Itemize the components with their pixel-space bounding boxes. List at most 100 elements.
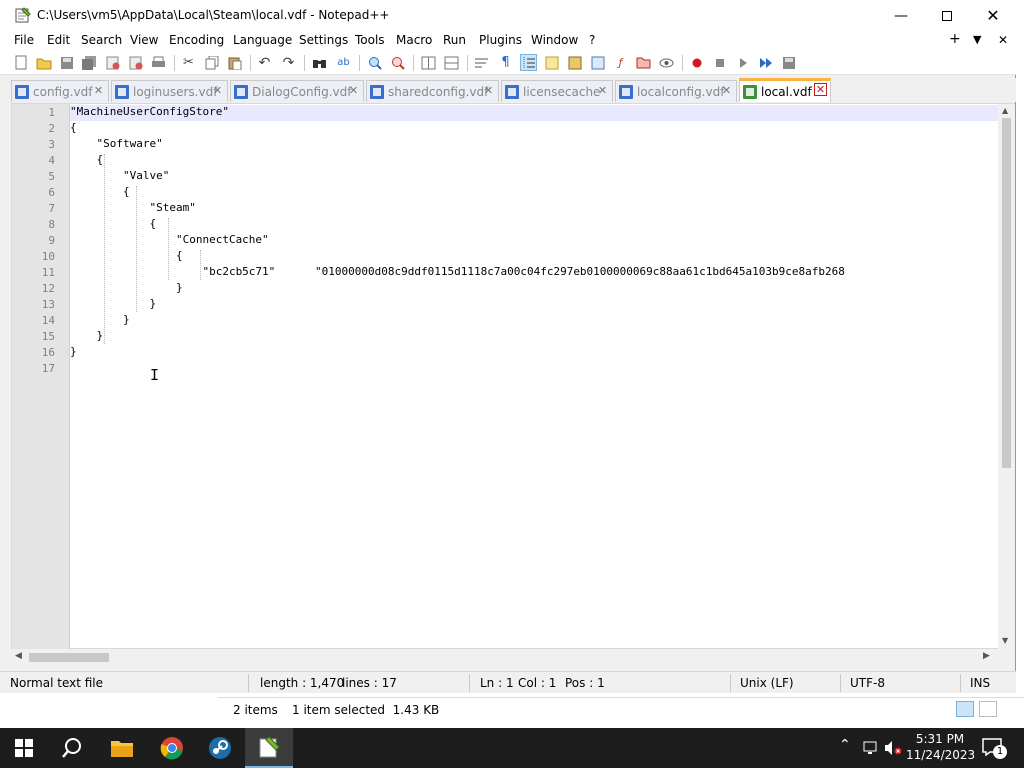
menu-edit[interactable]: Edit bbox=[47, 33, 70, 47]
tab-close-icon[interactable]: ✕ bbox=[211, 84, 224, 97]
play-macro-icon[interactable] bbox=[734, 54, 751, 71]
doc-map-icon[interactable] bbox=[566, 54, 583, 71]
stop-macro-icon[interactable] bbox=[711, 54, 728, 71]
status-bar: Normal text file length : 1,470 lines : … bbox=[0, 671, 1016, 693]
record-macro-icon[interactable] bbox=[688, 54, 705, 71]
line-number-gutter[interactable]: 1 2 3 4 5 6 7 8 9 10 11 12 13 14 15 16 1… bbox=[12, 104, 70, 650]
volume-muted-icon[interactable] bbox=[884, 740, 902, 759]
scroll-up-icon[interactable]: ▲ bbox=[1002, 106, 1008, 115]
save-icon[interactable] bbox=[58, 54, 75, 71]
menu-window[interactable]: Window bbox=[531, 33, 578, 47]
menu-encoding[interactable]: Encoding bbox=[169, 33, 224, 47]
folder-workspace-icon[interactable] bbox=[635, 54, 652, 71]
tab-loginusers-vdf[interactable]: loginusers.vdf ✕ bbox=[111, 80, 228, 102]
find-icon[interactable] bbox=[311, 54, 328, 71]
window-title: C:\Users\vm5\AppData\Local\Steam\local.v… bbox=[37, 8, 390, 22]
sync-vertical-icon[interactable] bbox=[420, 54, 437, 71]
tab-close-icon[interactable]: ✕ bbox=[347, 84, 360, 97]
menu-search[interactable]: Search bbox=[81, 33, 122, 47]
menu-macro[interactable]: Macro bbox=[396, 33, 432, 47]
run-macro-multiple-icon[interactable] bbox=[757, 54, 774, 71]
start-button[interactable] bbox=[0, 728, 48, 768]
udl-icon[interactable] bbox=[543, 54, 560, 71]
status-encoding[interactable]: UTF-8 bbox=[850, 676, 885, 690]
large-icons-view-icon[interactable] bbox=[979, 701, 997, 717]
minimize-button[interactable]: — bbox=[878, 0, 924, 31]
save-all-icon[interactable] bbox=[81, 54, 98, 71]
tab-close-icon[interactable]: ✕ bbox=[482, 84, 495, 97]
menu-settings[interactable]: Settings bbox=[299, 33, 348, 47]
close-file-icon[interactable] bbox=[104, 54, 121, 71]
clock-time[interactable]: 5:31 PM bbox=[910, 732, 970, 746]
print-icon[interactable] bbox=[150, 54, 167, 71]
steam-button[interactable] bbox=[196, 728, 244, 768]
paste-icon[interactable] bbox=[226, 54, 243, 71]
zoom-out-icon[interactable] bbox=[389, 54, 406, 71]
tab-sharedconfig-vdf[interactable]: sharedconfig.vdf ✕ bbox=[366, 80, 499, 102]
close-all-icon[interactable] bbox=[127, 54, 144, 71]
indent-guide-icon[interactable] bbox=[520, 54, 537, 71]
tab-close-icon[interactable]: ✕ bbox=[814, 83, 827, 96]
save-macro-icon[interactable] bbox=[780, 54, 797, 71]
vertical-scrollbar[interactable]: ▲ ▼ bbox=[998, 104, 1015, 650]
horizontal-scrollbar[interactable]: ◀ ▶ bbox=[11, 649, 997, 666]
sync-horizontal-icon[interactable] bbox=[443, 54, 460, 71]
clock-date[interactable]: 11/24/2023 bbox=[906, 748, 975, 762]
maximize-button[interactable] bbox=[924, 0, 970, 31]
tab-localconfig-vdf[interactable]: localconfig.vdf ✕ bbox=[615, 80, 737, 102]
notepadpp-taskbar-button[interactable] bbox=[245, 728, 293, 768]
status-insert-mode[interactable]: INS bbox=[970, 676, 990, 690]
menu-plugins[interactable]: Plugins bbox=[479, 33, 522, 47]
copy-icon[interactable] bbox=[203, 54, 220, 71]
menu-run[interactable]: Run bbox=[443, 33, 466, 47]
open-folder-icon[interactable] bbox=[35, 54, 52, 71]
status-eol[interactable]: Unix (LF) bbox=[740, 676, 794, 690]
tab-config-vdf[interactable]: config.vdf ✕ bbox=[11, 80, 109, 102]
tab-licensecache[interactable]: licensecache ✕ bbox=[501, 80, 613, 102]
tab-dialogconfig-vdf[interactable]: DialogConfig.vdf ✕ bbox=[230, 80, 364, 102]
line-number: 9 bbox=[48, 234, 55, 247]
word-wrap-icon[interactable] bbox=[473, 54, 490, 71]
replace-icon[interactable]: ab bbox=[335, 54, 352, 71]
cut-icon[interactable]: ✂ bbox=[180, 54, 197, 71]
scroll-down-icon[interactable]: ▼ bbox=[1002, 636, 1008, 645]
function-list-icon[interactable]: ƒ bbox=[612, 54, 629, 71]
doc-list-icon[interactable] bbox=[589, 54, 606, 71]
vertical-scroll-thumb[interactable] bbox=[1002, 118, 1011, 468]
tab-close-icon[interactable]: ✕ bbox=[720, 84, 733, 97]
title-bar[interactable]: C:\Users\vm5\AppData\Local\Steam\local.v… bbox=[0, 0, 1016, 31]
zoom-in-icon[interactable] bbox=[366, 54, 383, 71]
file-explorer-button[interactable] bbox=[98, 728, 146, 768]
chrome-button[interactable] bbox=[148, 728, 196, 768]
new-file-icon[interactable] bbox=[12, 54, 29, 71]
tab-close-icon[interactable]: ✕ bbox=[596, 84, 609, 97]
tab-local-vdf[interactable]: local.vdf ✕ bbox=[739, 78, 831, 102]
monitoring-eye-icon[interactable] bbox=[658, 54, 675, 71]
code-line: } bbox=[70, 313, 130, 326]
editor-pane[interactable]: 1 2 3 4 5 6 7 8 9 10 11 12 13 14 15 16 1… bbox=[11, 103, 1015, 650]
menu-language[interactable]: Language bbox=[233, 33, 292, 47]
line-number: 2 bbox=[48, 122, 55, 135]
scroll-left-icon[interactable]: ◀ bbox=[15, 651, 22, 661]
menu-tools[interactable]: Tools bbox=[355, 33, 385, 47]
close-doc-icon[interactable]: ✕ bbox=[998, 33, 1008, 47]
new-tab-plus-icon[interactable]: + bbox=[949, 31, 961, 47]
horizontal-scroll-thumb[interactable] bbox=[29, 653, 109, 662]
undo-icon[interactable]: ↶ bbox=[256, 54, 273, 71]
line-number: 8 bbox=[48, 218, 55, 231]
show-hidden-icons-icon[interactable]: ⌃ bbox=[839, 737, 851, 753]
network-icon[interactable] bbox=[862, 740, 878, 759]
tab-list-down-icon[interactable]: ▼ bbox=[973, 33, 981, 46]
details-view-icon[interactable] bbox=[956, 701, 974, 717]
scroll-right-icon[interactable]: ▶ bbox=[983, 651, 990, 661]
menu-view[interactable]: View bbox=[130, 33, 158, 47]
code-area[interactable]: "MachineUserConfigStore" { "Software" { … bbox=[70, 104, 998, 650]
show-all-chars-icon[interactable]: ¶ bbox=[497, 54, 514, 71]
close-button[interactable]: ✕ bbox=[970, 0, 1016, 31]
redo-icon[interactable]: ↷ bbox=[280, 54, 297, 71]
menu-help[interactable]: ? bbox=[589, 33, 595, 47]
tab-close-icon[interactable]: ✕ bbox=[92, 84, 105, 97]
notification-center-button[interactable]: 1 bbox=[982, 738, 1007, 759]
menu-file[interactable]: File bbox=[14, 33, 34, 47]
search-button[interactable] bbox=[48, 728, 96, 768]
